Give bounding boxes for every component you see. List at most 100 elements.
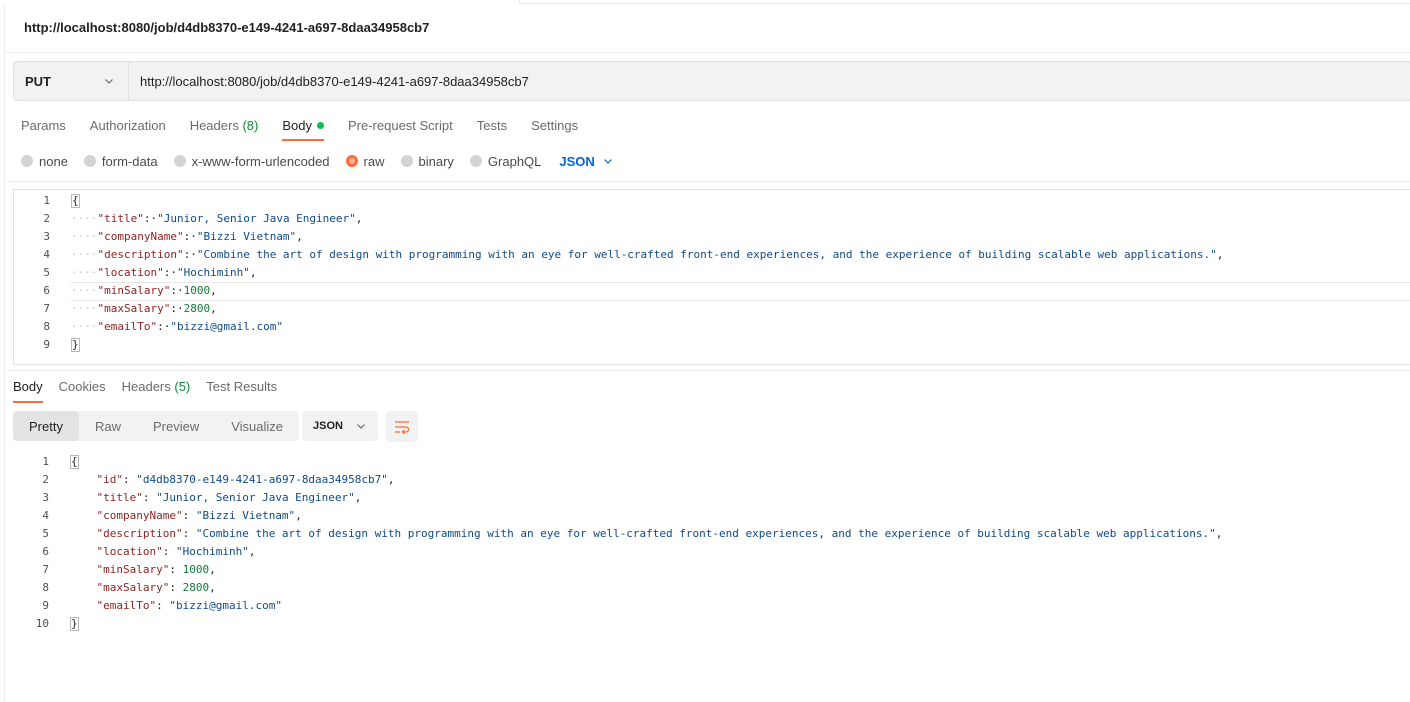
response-format-select[interactable]: JSON (302, 411, 378, 441)
line-number: 3 (42, 491, 49, 504)
tab-label: Body (282, 118, 312, 133)
tab-authorization[interactable]: Authorization (90, 112, 166, 141)
json-colon: : (169, 563, 183, 576)
line-number: 6 (42, 545, 49, 558)
response-view-mode: Pretty Raw Preview Visualize (13, 411, 300, 441)
json-brace: } (70, 617, 79, 631)
tab-body[interactable]: Body (282, 112, 324, 141)
json-brace: { (71, 194, 80, 208)
json-colon: :· (183, 230, 197, 243)
json-comma: , (209, 581, 216, 594)
line-number: 8 (42, 581, 49, 594)
code-text: "companyName": "Bizzi Vietnam", (70, 507, 302, 525)
tab-count: (8) (242, 118, 259, 133)
request-tabs: Params Authorization Headers (8) Body Pre-re… (21, 112, 602, 142)
chevron-down-icon (105, 79, 113, 84)
json-value: "Combine the art of design with programm… (195, 527, 1216, 540)
line-number: 1 (42, 455, 49, 468)
code-line: 5 "description": "Combine the art of des… (13, 525, 1410, 543)
json-brace: } (71, 338, 80, 352)
request-title[interactable]: http://localhost:8080/job/d4db8370-e149-… (24, 20, 429, 35)
body-type-none[interactable]: none (21, 154, 68, 169)
method-label: PUT (25, 73, 51, 89)
json-comma: , (1215, 527, 1223, 540)
line-number: 4 (42, 509, 49, 522)
response-tab-cookies[interactable]: Cookies (59, 374, 106, 403)
body-language-label: JSON (559, 153, 595, 169)
code-text: "title": "Junior, Senior Java Engineer", (70, 489, 362, 507)
json-key: "emailTo" (96, 599, 157, 612)
code-line: 7 ····"maxSalary":·2800, (14, 300, 1410, 318)
json-value: 2800 (182, 581, 210, 594)
json-value: "Bizzi Vietnam" (196, 230, 297, 243)
json-key: "description" (96, 527, 183, 540)
json-value: 1000 (182, 563, 210, 576)
json-colon: :· (183, 248, 197, 261)
json-value: "Junior, Senior Java Engineer" (156, 491, 355, 504)
url-input[interactable] (129, 62, 1410, 100)
view-visualize-button[interactable]: Visualize (215, 411, 299, 441)
view-pretty-button[interactable]: Pretty (13, 411, 79, 441)
view-preview-button[interactable]: Preview (137, 411, 215, 441)
code-text: "description": "Combine the art of desig… (70, 525, 1223, 543)
json-colon: : (142, 491, 157, 504)
code-line: 9} (14, 336, 1410, 354)
tab-headers[interactable]: Headers (8) (190, 112, 259, 141)
body-type-GraphQL[interactable]: GraphQL (469, 153, 542, 169)
code-line: 6 ····"minSalary":·1000, (14, 282, 1410, 301)
tab-label: Pre-request Script (347, 118, 453, 133)
json-value: "Junior, Senior Java Engineer" (157, 212, 356, 225)
body-type-label: raw (363, 153, 385, 169)
tab-label: Tests (476, 118, 508, 133)
code-line: 7 "minSalary": 1000, (13, 561, 1410, 579)
tab-settings[interactable]: Settings (531, 112, 578, 141)
code-text: "id": "d4db8370-e149-4241-a697-8daa34958… (70, 471, 395, 489)
radio-icon (173, 155, 186, 167)
body-type-x-www-form-urlencoded[interactable]: x-www-form-urlencoded (173, 154, 330, 169)
request-body-editor[interactable]: 1{2 ····"title":·"Junior, Senior Java Eng… (13, 189, 1410, 365)
body-type-options: none form-data x-www-form-urlencoded raw bin… (21, 152, 613, 170)
json-value: "Combine the art of design with programm… (196, 248, 1217, 261)
body-type-label: GraphQL (487, 153, 542, 169)
json-value: "Hochiminh" (175, 545, 249, 558)
json-brace: { (70, 455, 79, 469)
json-value: "bizzi@gmail.com" (169, 599, 282, 612)
code-line: 1{ (14, 192, 1410, 210)
json-value: "Bizzi Vietnam" (195, 509, 296, 522)
body-type-binary[interactable]: binary (400, 154, 454, 169)
code-line: 6 "location": "Hochiminh", (13, 543, 1410, 561)
body-type-form-data[interactable]: form-data (83, 153, 158, 169)
code-text: ····"emailTo":·"bizzi@gmail.com" (71, 318, 283, 336)
json-key: "maxSalary" (97, 302, 171, 315)
tab-tests[interactable]: Tests (477, 112, 507, 141)
tab-pre-request-script[interactable]: Pre-request Script (348, 112, 453, 141)
code-text: "minSalary": 1000, (70, 561, 216, 579)
method-select[interactable]: PUT (14, 62, 129, 100)
chevron-down-icon (357, 424, 365, 429)
json-comma: , (210, 302, 217, 315)
tab-label: Headers (189, 118, 239, 133)
code-text: ····"companyName":·"Bizzi Vietnam", (71, 228, 303, 246)
line-number: 4 (43, 248, 50, 261)
request-body-code: 1{2 ····"title":·"Junior, Senior Java Eng… (14, 192, 1410, 354)
response-tab-headers[interactable]: Headers (5) (122, 374, 191, 403)
body-language-select[interactable]: JSON (559, 154, 612, 169)
code-line: 3 ····"companyName":·"Bizzi Vietnam", (14, 228, 1410, 246)
json-colon: :· (157, 320, 171, 333)
body-type-label: form-data (101, 153, 158, 169)
line-number: 2 (43, 212, 50, 225)
tab-params[interactable]: Params (21, 112, 66, 141)
code-text: ····"minSalary":·1000, (71, 282, 1410, 301)
response-tab-body[interactable]: Body (13, 374, 43, 403)
code-text: "maxSalary": 2800, (70, 579, 216, 597)
line-number: 2 (42, 473, 49, 486)
code-text: } (71, 336, 80, 354)
code-line: 2 ····"title":·"Junior, Senior Java Engin… (14, 210, 1410, 228)
body-type-raw[interactable]: raw (345, 153, 385, 169)
response-tab-test-results[interactable]: Test Results (206, 374, 277, 403)
line-number: 7 (43, 302, 50, 315)
active-request-tab[interactable] (0, 0, 520, 4)
view-raw-button[interactable]: Raw (79, 411, 137, 441)
tab-label: Authorization (89, 118, 166, 133)
wrap-lines-button[interactable] (386, 411, 418, 442)
